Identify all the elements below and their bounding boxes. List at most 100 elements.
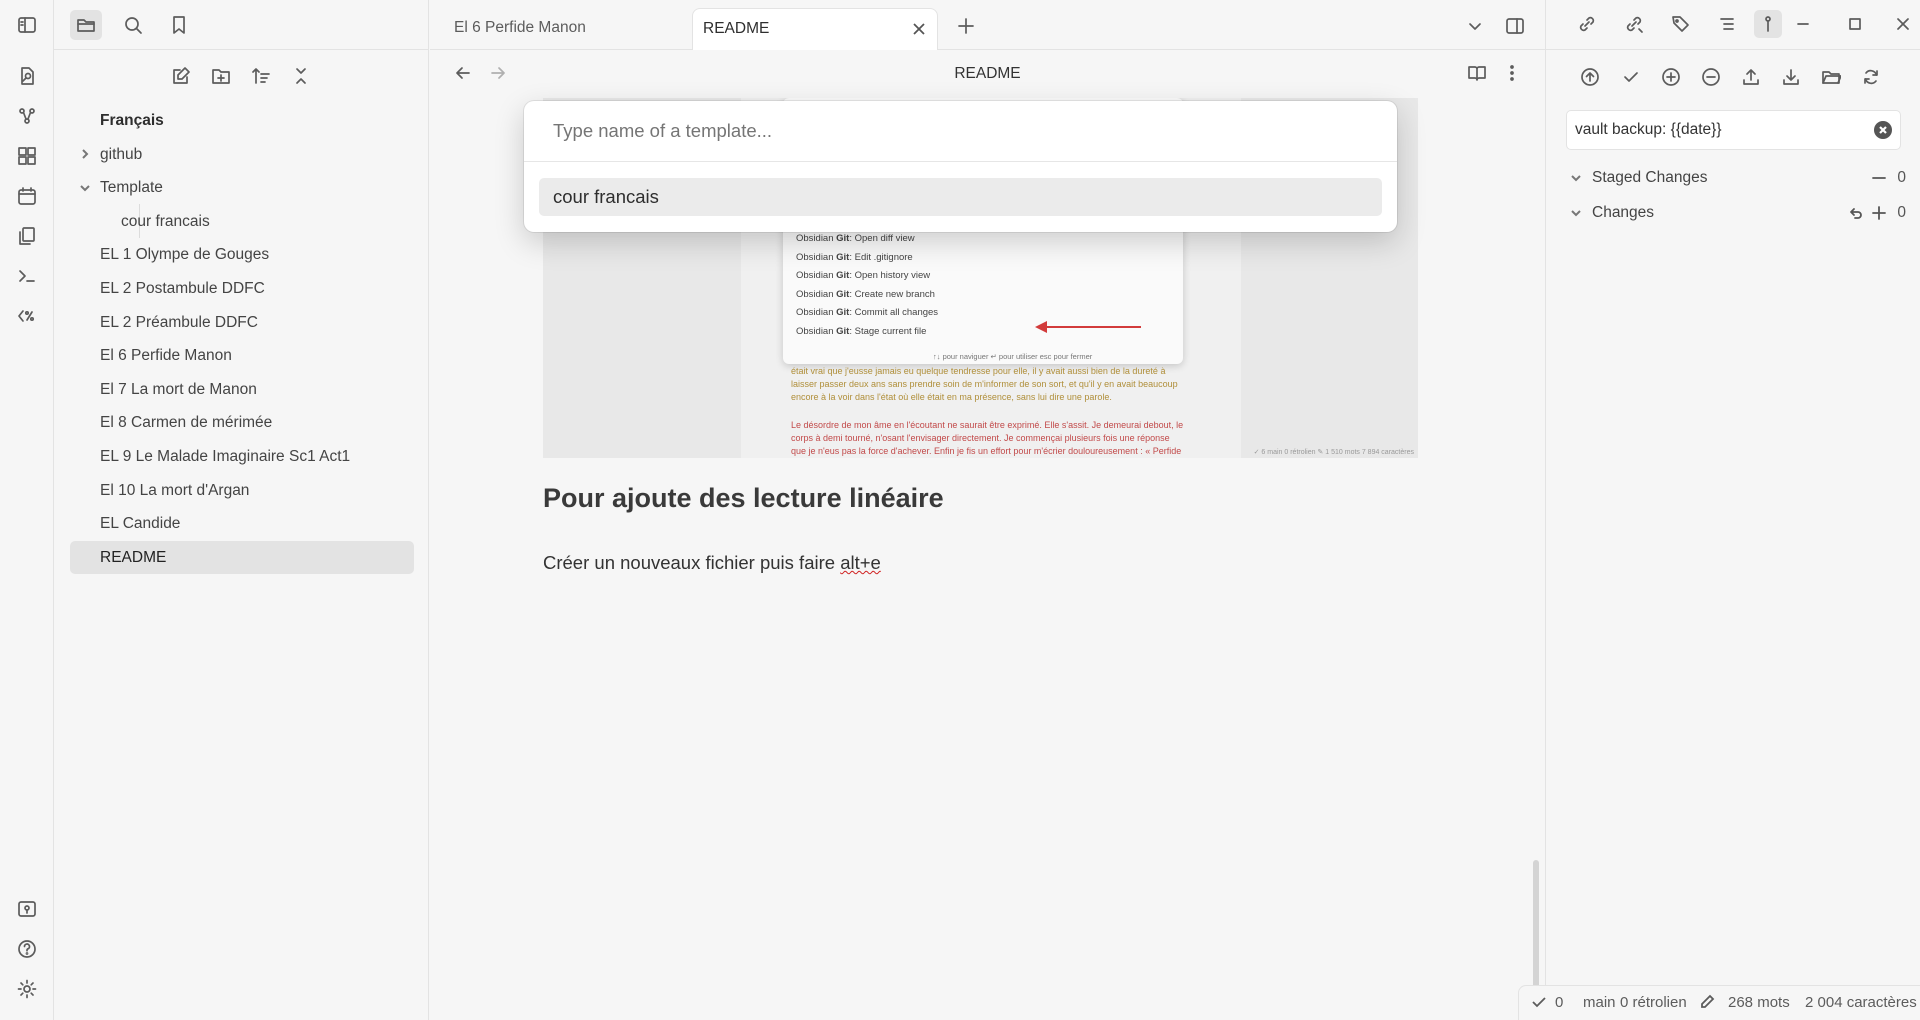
folder-icon[interactable] — [70, 10, 102, 40]
embedded-text-line: que je n'eus pas la force d'achever. Enf… — [791, 446, 1182, 456]
changes-section[interactable]: Changes 0 — [1566, 198, 1906, 228]
right-sidebar-toggle-icon[interactable] — [1501, 12, 1529, 40]
discard-icon[interactable] — [1846, 204, 1864, 222]
file-readme[interactable]: README — [70, 540, 414, 575]
graph-icon[interactable] — [14, 103, 40, 129]
file-el8[interactable]: El 8 Carmen de mérimée — [70, 406, 414, 440]
file-tree: Français github Template cour francais E… — [70, 104, 414, 575]
maximize-icon[interactable] — [1841, 10, 1869, 38]
close-icon[interactable] — [909, 9, 929, 49]
template-picker-modal: cour francais — [524, 101, 1397, 232]
collapse-icon[interactable] — [287, 62, 315, 90]
canvas-icon[interactable] — [14, 143, 40, 169]
stage-all-icon[interactable] — [1657, 62, 1685, 92]
minimize-icon[interactable] — [1789, 10, 1817, 38]
terminal-icon[interactable] — [14, 263, 40, 289]
outline-icon[interactable] — [1713, 10, 1741, 38]
sidebar-tab-bar — [54, 0, 429, 50]
file-el-candide[interactable]: EL Candide — [70, 507, 414, 541]
staged-changes-section[interactable]: Staged Changes 0 — [1566, 163, 1906, 193]
new-note-icon[interactable] — [167, 62, 195, 90]
chevron-down-icon[interactable] — [1568, 198, 1584, 228]
tree-item-label: EL 2 Préambule DDFC — [100, 313, 258, 331]
refresh-icon[interactable] — [1857, 62, 1885, 92]
vault-icon[interactable] — [14, 896, 40, 922]
file-el6[interactable]: El 6 Perfide Manon — [70, 339, 414, 373]
file-cour-francais[interactable]: cour francais — [70, 205, 414, 239]
template-search-input[interactable] — [524, 101, 1397, 161]
tree-item-label: Template — [100, 179, 163, 197]
reading-view-icon[interactable] — [1463, 59, 1491, 87]
tab-el6-perfide-manon[interactable]: El 6 Perfide Manon — [430, 8, 692, 50]
embedded-menu-item: Obsidian Git: Edit .gitignore — [796, 252, 913, 263]
embedded-text-line: était vrai que j'eusse jamais eu quelque… — [791, 366, 1166, 376]
file-el10[interactable]: El 10 La mort d'Argan — [70, 474, 414, 508]
open-quick-switcher-icon[interactable] — [14, 63, 40, 89]
folder-template[interactable]: Template — [70, 171, 414, 205]
stage-icon[interactable] — [1870, 204, 1888, 222]
embedded-menu-item: Obsidian Git: Stage current file — [796, 326, 927, 337]
commit-message-text: vault backup: {{date}} — [1575, 121, 1722, 138]
tree-item-label: El 8 Carmen de mérimée — [100, 414, 273, 432]
file-el9[interactable]: EL 9 Le Malade Imaginaire Sc1 Act1 — [70, 440, 414, 474]
embedded-menu-item: Obsidian Git: Commit all changes — [796, 307, 939, 318]
embedded-text-line: encore à la voir dans l'état où elle éta… — [791, 392, 1112, 402]
more-options-icon[interactable] — [1498, 59, 1526, 87]
tree-item-label: README — [100, 548, 167, 566]
commit-message-input[interactable]: vault backup: {{date}} — [1566, 110, 1901, 150]
backlinks-icon[interactable] — [1573, 10, 1601, 38]
file-el2-preambule[interactable]: EL 2 Préambule DDFC — [70, 306, 414, 340]
unstage-all-icon[interactable] — [1697, 62, 1725, 92]
git-icon[interactable] — [1754, 10, 1782, 38]
search-icon[interactable] — [117, 10, 149, 40]
files-icon[interactable] — [14, 223, 40, 249]
file-el2-postambule[interactable]: EL 2 Postambule DDFC — [70, 272, 414, 306]
tree-item-label: El 10 La mort d'Argan — [100, 481, 250, 499]
pencil-icon[interactable] — [1699, 994, 1715, 1010]
new-tab-icon[interactable] — [952, 12, 980, 40]
upload-icon[interactable] — [1737, 62, 1765, 92]
vault-root[interactable]: Français — [70, 104, 414, 138]
view-header: README — [430, 51, 1545, 95]
chevron-right-icon[interactable] — [78, 138, 92, 171]
settings-icon[interactable] — [14, 976, 40, 1002]
folder-github[interactable]: github — [70, 138, 414, 172]
tab-bar: El 6 Perfide Manon README — [430, 0, 1545, 50]
window-close-icon[interactable] — [1889, 10, 1917, 38]
chevron-down-icon[interactable] — [78, 171, 92, 204]
modal-divider — [524, 161, 1397, 162]
push-icon[interactable] — [1576, 62, 1604, 92]
tab-label: El 6 Perfide Manon — [454, 19, 586, 36]
commit-icon[interactable] — [1617, 62, 1645, 92]
new-folder-icon[interactable] — [207, 62, 235, 90]
tab-readme[interactable]: README — [692, 8, 938, 50]
folder-open-icon[interactable] — [1817, 62, 1845, 92]
outgoing-links-icon[interactable] — [1620, 10, 1648, 38]
sort-icon[interactable] — [247, 62, 275, 90]
embedded-menu-item: Obsidian Git: Open history view — [796, 270, 931, 281]
file-el1[interactable]: EL 1 Olympe de Gouges — [70, 238, 414, 272]
embedded-text-line: corps à demi tourné, n'osant l'envisager… — [791, 433, 1170, 443]
chevron-down-icon[interactable] — [1568, 163, 1584, 193]
ribbon — [0, 0, 54, 1020]
pull-icon[interactable] — [1777, 62, 1805, 92]
template-suggestion[interactable]: cour francais — [539, 178, 1382, 216]
chevron-down-icon[interactable] — [1461, 12, 1489, 40]
file-explorer-actions — [54, 62, 429, 92]
note-paragraph[interactable]: Créer un nouveaux fichier puis faire alt… — [543, 552, 881, 574]
sidebar-toggle-icon[interactable] — [14, 12, 40, 38]
calendar-icon[interactable] — [14, 183, 40, 209]
unstage-icon[interactable] — [1870, 169, 1888, 187]
backlink-count[interactable]: 0 rétrolien — [1620, 986, 1687, 1019]
help-icon[interactable] — [14, 936, 40, 962]
branch-name[interactable]: main — [1583, 986, 1616, 1019]
tab-label: README — [703, 20, 770, 37]
embedded-menu-item: Obsidian Git: Create new branch — [796, 289, 935, 300]
file-el7[interactable]: El 7 La mort de Manon — [70, 373, 414, 407]
bookmark-icon[interactable] — [163, 10, 195, 40]
tree-item-label: EL Candide — [100, 515, 181, 533]
tags-icon[interactable] — [1667, 10, 1695, 38]
templater-icon[interactable] — [14, 303, 40, 329]
section-label: Staged Changes — [1592, 169, 1708, 186]
clear-icon[interactable] — [1874, 121, 1892, 139]
